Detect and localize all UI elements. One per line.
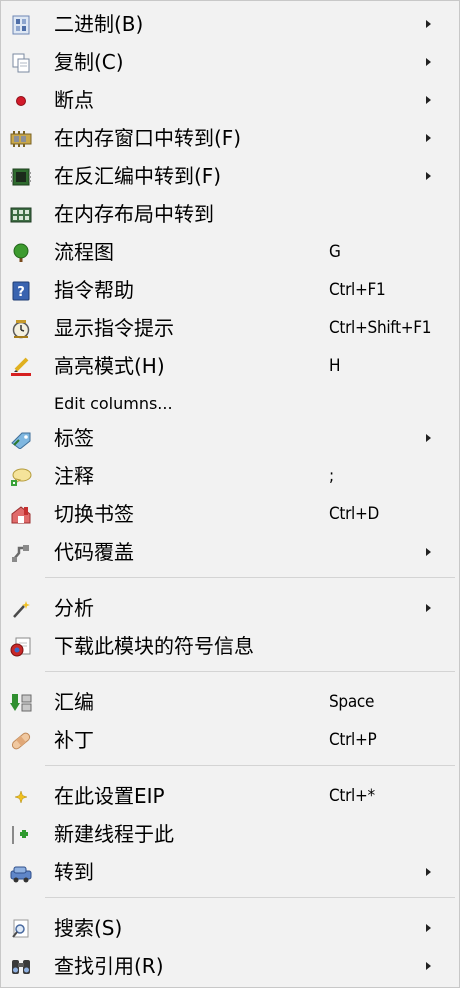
- menu-item-goto-disassembly[interactable]: 在反汇编中转到(F): [1, 157, 459, 195]
- menu-separator: [45, 765, 455, 766]
- menu-item-graph[interactable]: 流程图 G: [1, 233, 459, 271]
- menu-item-search[interactable]: 搜索(S): [1, 909, 459, 947]
- menu-item-label: 补丁: [54, 728, 94, 752]
- svg-text:?: ?: [17, 285, 25, 300]
- menu-item-comment[interactable]: 注释 ;: [1, 457, 459, 495]
- menu-item-label: 转到: [54, 860, 94, 884]
- menu-item-label: 在内存布局中转到: [54, 202, 214, 226]
- menu-item-shortcut: H: [329, 356, 341, 376]
- context-menu: 二进制(B) 复制(C) 断点 在内存窗口中转到(F) 在反汇编中转到(F) 在…: [0, 0, 460, 988]
- menu-item-label: 下载此模块的符号信息: [54, 634, 254, 658]
- menu-item-label: 分析: [54, 596, 94, 620]
- menu-item-new-thread-here[interactable]: 新建线程于此: [1, 815, 459, 853]
- menu-item-shortcut: Ctrl+P: [329, 730, 377, 750]
- menu-item-shortcut: Ctrl+Shift+F1: [329, 318, 432, 338]
- menu-item-label: 高亮模式(H): [54, 354, 165, 378]
- download-symbols-icon: [10, 636, 32, 658]
- menu-item-label: 指令帮助: [54, 278, 134, 302]
- menu-item-shortcut: Ctrl+D: [329, 504, 380, 524]
- submenu-arrow-icon: [426, 172, 431, 180]
- submenu-arrow-icon: [426, 96, 431, 104]
- menu-separator: [45, 897, 455, 898]
- submenu-arrow-icon: [426, 434, 431, 442]
- menu-item-instruction-help[interactable]: ? 指令帮助 Ctrl+F1: [1, 271, 459, 309]
- hint-icon: [10, 318, 32, 340]
- memory-window-icon: [10, 128, 32, 150]
- submenu-arrow-icon: [426, 548, 431, 556]
- menu-item-label: 断点: [54, 88, 94, 112]
- menu-item-label: 标签: [54, 426, 94, 450]
- menu-separator: [45, 577, 455, 578]
- menu-item-label: 二进制(B): [54, 12, 144, 36]
- menu-item-label-submenu[interactable]: 标签: [1, 419, 459, 457]
- analysis-icon: [10, 598, 32, 620]
- menu-item-label: 在此设置EIP: [54, 784, 165, 808]
- menu-item-goto-memory-map[interactable]: 在内存布局中转到: [1, 195, 459, 233]
- menu-item-binary[interactable]: 二进制(B): [1, 5, 459, 43]
- menu-item-shortcut: Ctrl+*: [329, 786, 375, 806]
- submenu-arrow-icon: [426, 20, 431, 28]
- menu-item-label: 显示指令提示: [54, 316, 174, 340]
- menu-item-shortcut: ;: [329, 466, 334, 486]
- comment-icon: [10, 466, 32, 488]
- menu-separator: [45, 671, 455, 672]
- menu-item-label: 在内存窗口中转到(F): [54, 126, 242, 150]
- menu-item-breakpoint[interactable]: 断点: [1, 81, 459, 119]
- submenu-arrow-icon: [426, 924, 431, 932]
- menu-item-goto-memory-window[interactable]: 在内存窗口中转到(F): [1, 119, 459, 157]
- goto-icon: [10, 862, 32, 884]
- submenu-arrow-icon: [426, 134, 431, 142]
- menu-item-set-eip-here[interactable]: 在此设置EIP Ctrl+*: [1, 777, 459, 815]
- memory-map-icon: [10, 204, 32, 226]
- menu-item-shortcut: G: [329, 242, 341, 262]
- submenu-arrow-icon: [426, 962, 431, 970]
- submenu-arrow-icon: [426, 604, 431, 612]
- menu-item-shortcut: Space: [329, 692, 375, 712]
- menu-item-label: 在反汇编中转到(F): [54, 164, 222, 188]
- menu-item-find-references[interactable]: 查找引用(R): [1, 947, 459, 985]
- menu-item-show-instruction-hints[interactable]: 显示指令提示 Ctrl+Shift+F1: [1, 309, 459, 347]
- menu-item-code-coverage[interactable]: 代码覆盖: [1, 533, 459, 571]
- references-icon: [10, 956, 32, 978]
- menu-item-label: 汇编: [54, 690, 94, 714]
- submenu-arrow-icon: [426, 58, 431, 66]
- menu-item-goto[interactable]: 转到: [1, 853, 459, 891]
- highlight-icon: [10, 356, 32, 378]
- menu-item-label: 切换书签: [54, 502, 134, 526]
- submenu-arrow-icon: [426, 868, 431, 876]
- coverage-icon: [10, 542, 32, 564]
- menu-item-highlight-mode[interactable]: 高亮模式(H) H: [1, 347, 459, 385]
- menu-item-edit-columns[interactable]: Edit columns...: [1, 385, 459, 423]
- set-eip-icon: [10, 786, 32, 808]
- menu-item-label: 搜索(S): [54, 916, 123, 940]
- search-icon: [10, 918, 32, 940]
- graph-tree-icon: [10, 242, 32, 264]
- label-icon: [10, 428, 32, 450]
- menu-item-assemble[interactable]: 汇编 Space: [1, 683, 459, 721]
- menu-item-label: 注释: [54, 464, 94, 488]
- disassembly-icon: [10, 166, 32, 188]
- help-icon: ?: [10, 280, 32, 302]
- menu-item-toggle-bookmark[interactable]: 切换书签 Ctrl+D: [1, 495, 459, 533]
- menu-item-analysis[interactable]: 分析: [1, 589, 459, 627]
- bookmark-icon: [10, 504, 32, 526]
- menu-item-label: 新建线程于此: [54, 822, 174, 846]
- menu-item-copy[interactable]: 复制(C): [1, 43, 459, 81]
- menu-item-label: 流程图: [54, 240, 114, 264]
- breakpoint-icon: [10, 90, 32, 112]
- menu-item-download-symbols[interactable]: 下载此模块的符号信息: [1, 627, 459, 665]
- assemble-icon: [10, 692, 32, 714]
- binary-icon: [10, 14, 32, 36]
- menu-item-shortcut: Ctrl+F1: [329, 280, 386, 300]
- menu-item-label: 复制(C): [54, 50, 124, 74]
- menu-item-label: 查找引用(R): [54, 954, 164, 978]
- menu-item-label: 代码覆盖: [54, 540, 134, 564]
- menu-item-label: Edit columns...: [54, 394, 173, 413]
- copy-icon: [10, 52, 32, 74]
- new-thread-icon: [10, 824, 32, 846]
- menu-item-patch[interactable]: 补丁 Ctrl+P: [1, 721, 459, 759]
- patch-icon: [10, 730, 32, 752]
